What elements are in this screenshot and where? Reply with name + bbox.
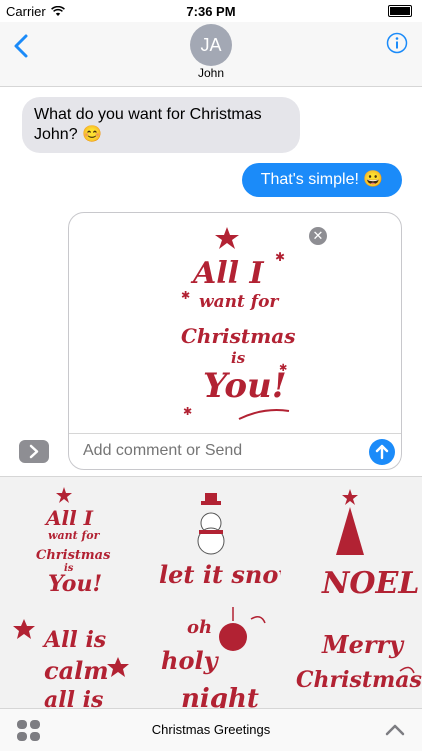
sticker-5-line-1: oh: [187, 617, 212, 638]
conversation-header: JA John: [0, 22, 422, 87]
sticker-merry-christmas[interactable]: Merry Christmas: [282, 599, 422, 715]
remove-sticker-button[interactable]: ✕: [309, 227, 327, 245]
info-icon[interactable]: [386, 32, 408, 54]
sticker-1-line-5: You!: [48, 571, 102, 597]
close-icon: ✕: [312, 228, 324, 243]
send-button[interactable]: [369, 439, 395, 465]
chevron-right-icon: [29, 444, 39, 459]
app-drawer-bar: Christmas Greetings: [0, 708, 422, 751]
svg-text:✱: ✱: [275, 250, 285, 264]
sticker-5-line-2: holy: [161, 646, 220, 675]
expand-button[interactable]: [19, 440, 49, 463]
message-composer: All I want for Christmas is You! ✱ ✱ ✱ ✱…: [68, 212, 402, 470]
sticker-6-line-1: Merry: [321, 630, 405, 659]
arrow-up-icon: [375, 444, 389, 460]
sticker-1-line-1: All I: [44, 506, 94, 530]
sticker-6-line-2: Christmas: [296, 667, 422, 693]
sticker-3-line-1: NOEL: [321, 566, 420, 599]
battery-icon: [388, 5, 412, 17]
sticker-preview-line-2: want for: [199, 292, 279, 312]
sticker-preview: All I want for Christmas is You! ✱ ✱ ✱ ✱: [181, 227, 295, 420]
sticker-preview-line-3: Christmas: [181, 324, 295, 348]
sticker-tray: All I want for Christmas is You! let it …: [0, 476, 422, 714]
sticker-let-it-snow[interactable]: let it snow: [141, 483, 281, 599]
status-bar: Carrier 7:36 PM: [0, 0, 422, 22]
sticker-2-line-1: let it snow: [159, 560, 281, 589]
sticker-4-line-1: All is: [42, 627, 106, 653]
sticker-preview-line-5: You!: [203, 366, 287, 406]
svg-text:✱: ✱: [183, 406, 192, 418]
svg-text:✱: ✱: [279, 363, 287, 374]
sticker-preview-line-4: is: [231, 349, 246, 367]
svg-text:✱: ✱: [181, 290, 190, 302]
sticker-noel[interactable]: NOEL: [282, 483, 422, 599]
chevron-up-icon[interactable]: [384, 721, 406, 739]
sticker-4-line-2: calm: [44, 656, 109, 685]
sticker-1-line-2: want for: [48, 529, 101, 542]
sticker-1-line-3: Christmas: [36, 548, 111, 563]
sticker-all-is-calm[interactable]: All is calm all is: [0, 599, 140, 715]
back-chevron-icon[interactable]: [10, 32, 34, 60]
comment-input[interactable]: [81, 441, 355, 461]
contact-avatar[interactable]: JA: [190, 24, 232, 66]
incoming-message-bubble[interactable]: What do you want for Christmas John? 😊: [22, 97, 300, 153]
sticker-oh-holy-night[interactable]: oh holy night: [141, 599, 281, 715]
comment-row: [69, 433, 401, 469]
sticker-all-i-want[interactable]: All I want for Christmas is You!: [0, 483, 140, 599]
sticker-pack-title: Christmas Greetings: [151, 722, 271, 737]
avatar-initials: JA: [200, 34, 222, 55]
sticker-preview-line-1: All I: [190, 256, 265, 291]
status-time: 7:36 PM: [186, 4, 236, 19]
contact-name[interactable]: John: [0, 66, 422, 80]
outgoing-message-bubble[interactable]: That's simple! 😀: [242, 163, 402, 197]
